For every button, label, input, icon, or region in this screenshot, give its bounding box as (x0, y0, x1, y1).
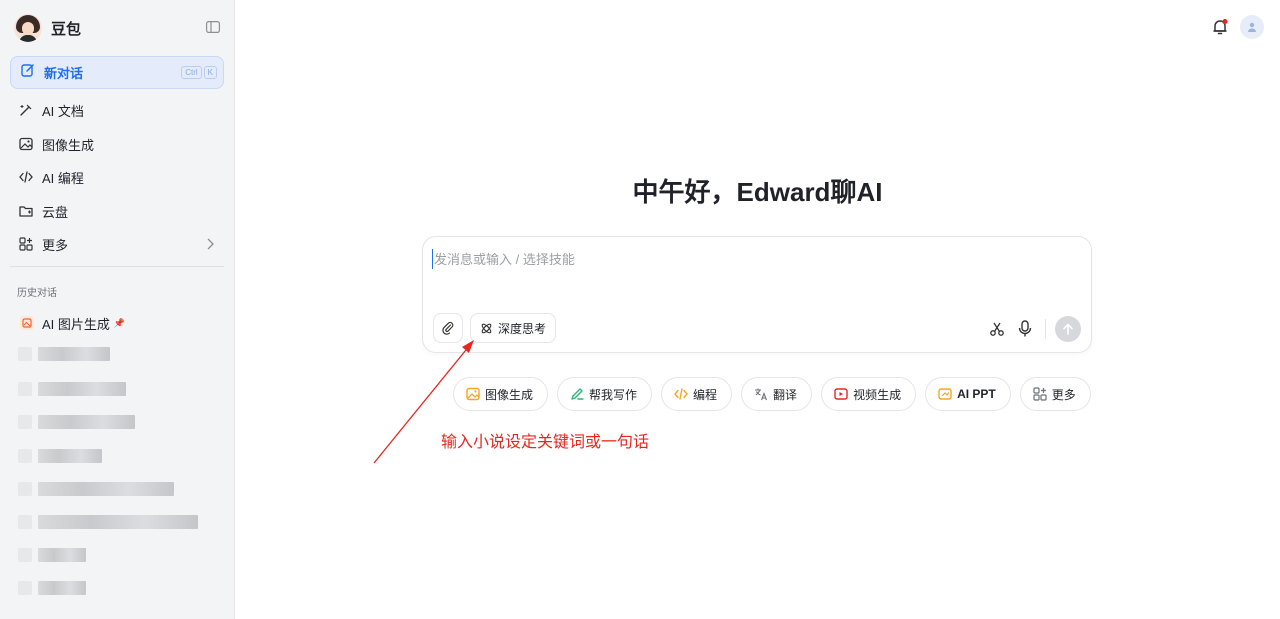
message-composer: 深度思考 (422, 236, 1092, 353)
skill-more[interactable]: 更多 (1019, 377, 1091, 411)
notification-bell-icon[interactable] (1211, 18, 1229, 36)
skill-video-gen[interactable]: 视频生成 (821, 377, 917, 411)
image-icon (466, 387, 480, 401)
attach-button[interactable] (433, 313, 463, 343)
history-item-redacted[interactable] (18, 414, 135, 430)
sidebar-item-label: AI 编程 (42, 170, 84, 186)
skill-label: 帮我写作 (589, 387, 638, 402)
shortcut-key: Ctrl (181, 66, 202, 79)
skill-label: 编程 (693, 387, 718, 402)
history-item-redacted[interactable] (18, 448, 102, 464)
edit-icon (21, 63, 35, 82)
history-item-pinned[interactable]: AI 图片生成 📌 (10, 309, 224, 337)
history-item-redacted[interactable] (18, 381, 126, 397)
history-item-redacted[interactable] (18, 580, 86, 596)
sidebar-item-label: 图像生成 (42, 137, 95, 153)
microphone-icon[interactable] (1017, 320, 1033, 338)
skill-writing[interactable]: 帮我写作 (557, 377, 653, 411)
brand[interactable]: 豆包 (14, 12, 81, 44)
arrow-up-icon (1063, 323, 1073, 335)
skill-coding[interactable]: 编程 (661, 377, 733, 411)
skill-image-gen[interactable]: 图像生成 (453, 377, 549, 411)
ai-image-gen-icon (20, 316, 34, 330)
new-chat-label: 新对话 (44, 66, 84, 81)
skill-label: 图像生成 (485, 387, 534, 402)
deep-think-button[interactable]: 深度思考 (470, 313, 556, 343)
history-item-redacted[interactable] (18, 514, 198, 530)
user-avatar[interactable] (1240, 15, 1264, 39)
cloud-drive-icon (19, 204, 33, 218)
skill-translate[interactable]: 翻译 (741, 377, 813, 411)
code-icon (674, 388, 688, 400)
ppt-icon (938, 388, 952, 400)
sidebar-item-label: 更多 (42, 237, 69, 253)
sidebar-item-more[interactable]: 更多 (10, 229, 224, 259)
paperclip-icon (442, 321, 454, 335)
video-icon (834, 388, 848, 400)
pin-icon: 📌 (113, 317, 126, 328)
sidebar-item-label: 云盘 (42, 204, 69, 220)
sidebar-item-label: AI 文档 (42, 103, 84, 119)
chevron-right-icon (206, 238, 214, 253)
greeting-title: 中午好，Edward聊AI (632, 177, 883, 207)
new-chat-button[interactable]: 新对话 Ctrl K (10, 56, 224, 89)
skill-ai-ppt[interactable]: AI PPT (925, 377, 1011, 411)
sidebar: 豆包 新对话 Ctrl K AI 文档 图像生成 AI 编程 云盘 更多 历史对… (0, 0, 235, 619)
translate-icon (755, 388, 768, 401)
sidebar-item-ai-docs[interactable]: AI 文档 (10, 95, 224, 125)
skill-label: AI PPT (957, 387, 996, 401)
skill-label: 视频生成 (853, 387, 902, 402)
apps-grid-icon (1033, 387, 1047, 401)
sidebar-divider (10, 266, 224, 267)
code-icon (19, 170, 33, 184)
doubao-logo (14, 14, 42, 42)
sidebar-collapse-icon[interactable] (205, 20, 221, 34)
history-section-title: 历史对话 (17, 288, 57, 299)
scissors-icon[interactable] (989, 321, 1005, 337)
skill-label: 翻译 (773, 387, 798, 402)
shortcut-hint: Ctrl K (181, 66, 217, 79)
sidebar-item-image-gen[interactable]: 图像生成 (10, 129, 224, 159)
message-input[interactable] (432, 249, 1072, 269)
toolbar-divider (1045, 319, 1046, 339)
sidebar-item-ai-coding[interactable]: AI 编程 (10, 162, 224, 192)
app-name: 豆包 (51, 20, 82, 38)
image-icon (19, 137, 33, 151)
send-button[interactable] (1055, 316, 1081, 342)
skill-shortcuts: 图像生成 帮我写作 编程 翻译 视频生成 AI PPT 更多 (453, 377, 1091, 411)
pen-icon (571, 388, 584, 400)
apps-grid-icon (19, 237, 33, 251)
sidebar-item-cloud-drive[interactable]: 云盘 (10, 196, 224, 226)
skill-label: 更多 (1051, 387, 1076, 402)
pen-sparkle-icon (19, 103, 33, 117)
history-item-label: AI 图片生成 (42, 316, 110, 332)
atom-icon (481, 323, 492, 333)
history-item-redacted[interactable] (18, 481, 174, 497)
deep-think-label: 深度思考 (497, 321, 546, 336)
shortcut-key: K (203, 66, 217, 79)
history-item-redacted[interactable] (18, 346, 110, 362)
annotation-text: 输入小说设定关键词或一句话 (441, 434, 650, 451)
history-item-redacted[interactable] (18, 547, 86, 563)
user-icon (1248, 22, 1256, 32)
